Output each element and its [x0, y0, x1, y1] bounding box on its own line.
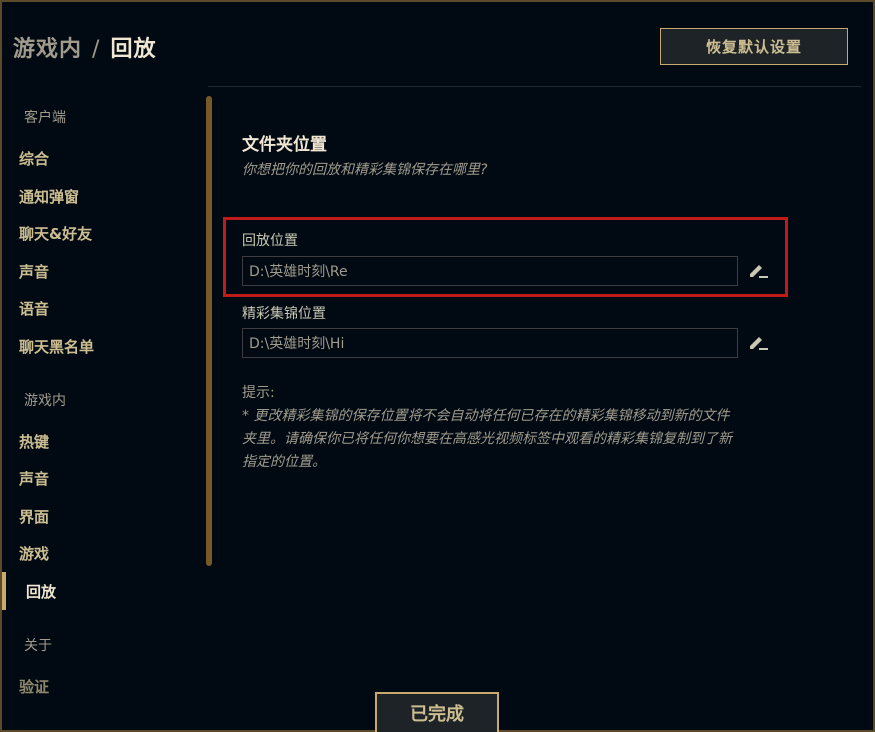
restore-defaults-button[interactable]: 恢复默认设置	[660, 28, 848, 65]
sidebar-item-general[interactable]: 综合	[19, 148, 49, 169]
sidebar-section-ingame: 游戏内	[24, 393, 66, 409]
active-item-indicator	[2, 572, 6, 610]
sidebar-item-game[interactable]: 游戏	[19, 543, 49, 564]
sidebar-item-hotkeys[interactable]: 热键	[19, 431, 49, 452]
sidebar-section-about: 关于	[24, 638, 52, 654]
highlights-path-field[interactable]: D:\英雄时刻\Hi	[242, 328, 738, 358]
sidebar-item-voice[interactable]: 语音	[19, 298, 49, 319]
edit-pencil-icon[interactable]	[747, 261, 769, 279]
sidebar-item-interface[interactable]: 界面	[19, 506, 49, 527]
breadcrumb-current: 回放	[110, 37, 157, 62]
edit-pencil-icon[interactable]	[747, 333, 769, 351]
sidebar-item-client-sound[interactable]: 声音	[19, 261, 49, 282]
replay-path-field[interactable]: D:\英雄时刻\Re	[242, 256, 738, 286]
window-frame	[0, 0, 875, 732]
sidebar-section-client: 客户端	[24, 110, 66, 126]
header-divider	[208, 86, 861, 87]
done-button[interactable]: 已完成	[375, 692, 499, 732]
page-title: 游戏内 / 回放	[13, 31, 156, 63]
sidebar-item-chat-friends[interactable]: 聊天&好友	[19, 223, 92, 244]
sidebar-item-chat-blocklist[interactable]: 聊天黑名单	[19, 336, 94, 357]
highlights-location-label: 精彩集锦位置	[242, 306, 326, 322]
sidebar-item-ingame-sound[interactable]: 声音	[19, 468, 49, 489]
hint-heading: 提示:	[242, 385, 275, 401]
hint-text: * 更改精彩集锦的保存位置将不会自动将任何已存在的精彩集锦移动到新的文件夹里。请…	[242, 408, 732, 470]
replay-location-label: 回放位置	[242, 233, 298, 249]
sidebar-item-verify[interactable]: 验证	[19, 676, 49, 697]
sidebar-item-notifications[interactable]: 通知弹窗	[19, 186, 79, 207]
section-subtitle: 你想把你的回放和精彩集锦保存在哪里?	[242, 162, 488, 178]
section-title: 文件夹位置	[242, 135, 327, 155]
sidebar-item-replay[interactable]: 回放	[26, 581, 56, 602]
breadcrumb-parent: 游戏内	[13, 37, 83, 62]
breadcrumb-separator: /	[92, 37, 101, 62]
sidebar-scrollbar[interactable]	[206, 96, 212, 566]
